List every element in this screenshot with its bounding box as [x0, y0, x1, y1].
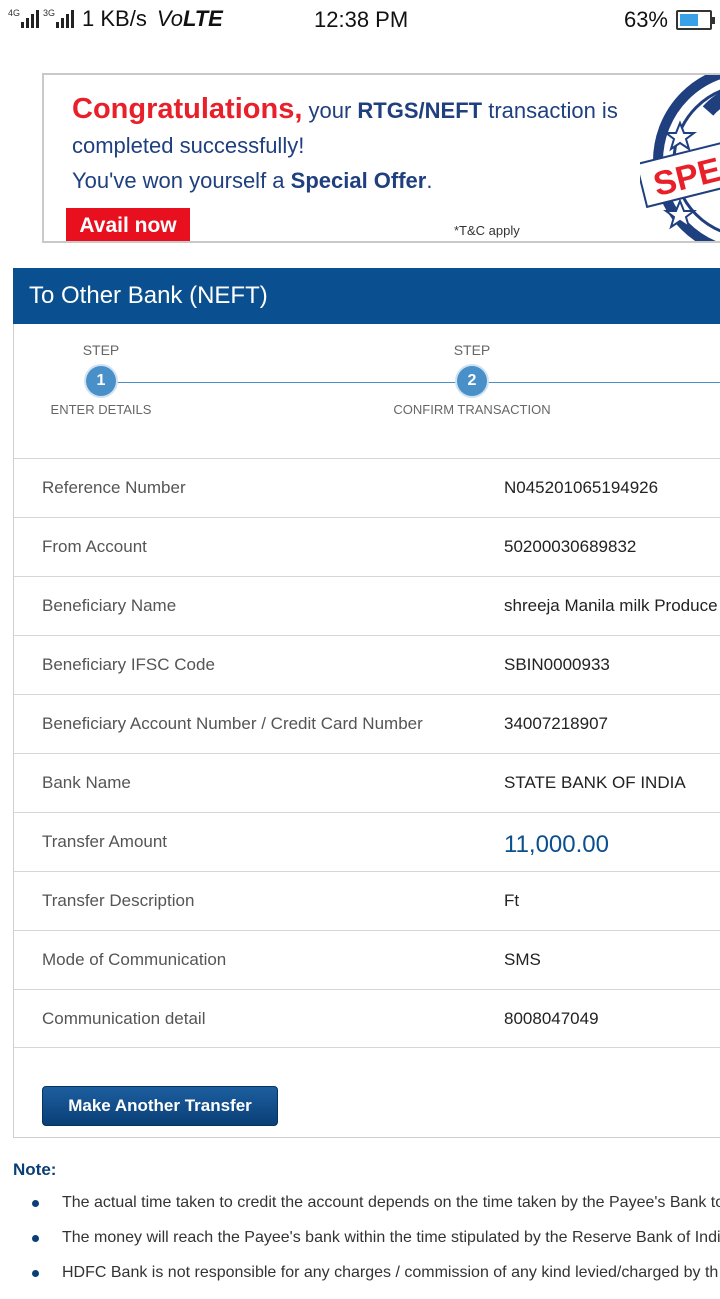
detail-label: Transfer Amount [42, 832, 168, 851]
step-2: STEP 2 CONFIRM TRANSACTION [382, 342, 562, 417]
detail-row-beneficiary-name: Beneficiary Name shreeja Manila milk Pro… [14, 576, 720, 635]
step-number: 2 [457, 366, 487, 396]
volte-indicator: VoLTE [156, 6, 223, 31]
promo-congrats: Congratulations, [72, 93, 303, 125]
step-caption: STEP [453, 342, 491, 358]
detail-value: 8008047049 [504, 1009, 599, 1028]
detail-row-from-account: From Account 50200030689832 [14, 517, 720, 576]
detail-label: Beneficiary Account Number / Credit Card… [42, 714, 423, 733]
detail-row-reference: Reference Number N045201065194926 [14, 458, 720, 517]
detail-value: N045201065194926 [504, 478, 659, 497]
detail-label: Mode of Communication [42, 950, 227, 969]
detail-label: Communication detail [42, 1009, 206, 1028]
network-status: 4G 3G 1 KB/s VoLTE [8, 6, 223, 32]
step-label: ENTER DETAILS [50, 402, 152, 417]
tnc-text: *T&C apply [454, 223, 520, 238]
status-bar: 4G 3G 1 KB/s VoLTE 12:38 PM 63% [0, 0, 720, 38]
detail-value: 34007218907 [504, 714, 609, 733]
note-text: The actual time taken to credit the acco… [62, 1194, 720, 1211]
promo-banner[interactable]: Congratulations, your RTGS/NEFT transact… [42, 73, 720, 243]
note-item: The money will reach the Payee's bank wi… [30, 1229, 720, 1264]
detail-row-amount: Transfer Amount 11,000.00 [14, 812, 720, 871]
step-caption: STEP [82, 342, 120, 358]
transfer-amount: 11,000.00 [504, 831, 609, 858]
signal-icon [21, 10, 40, 28]
detail-row-ifsc: Beneficiary IFSC Code SBIN0000933 [14, 635, 720, 694]
page-title: To Other Bank (NEFT) [13, 268, 720, 324]
signal-icon-2 [56, 10, 75, 28]
network-type-1: 4G [8, 8, 21, 18]
note-list: The actual time taken to credit the acco… [30, 1194, 720, 1299]
detail-row-mode: Mode of Communication SMS [14, 930, 720, 989]
detail-row-communication: Communication detail 8008047049 [14, 989, 720, 1048]
detail-value: shreeja Manila milk Produce [504, 596, 718, 615]
network-type-2: 3G [43, 8, 56, 18]
note-item: The actual time taken to credit the acco… [30, 1194, 720, 1229]
promo-line-3: You've won yourself a Special Offer. [72, 168, 433, 193]
note-text: The money will reach the Payee's bank wi… [62, 1229, 720, 1246]
bullet-icon [32, 1235, 39, 1242]
detail-label: Transfer Description [42, 891, 195, 910]
detail-value: Ft [504, 891, 520, 910]
detail-value: SBIN0000933 [504, 655, 610, 674]
data-speed: 1 KB/s [82, 6, 147, 31]
detail-label: Beneficiary IFSC Code [42, 655, 215, 674]
bullet-icon [32, 1200, 39, 1207]
promo-line-2: completed successfully! [72, 133, 305, 158]
special-offer-seal-icon: SPEC [640, 75, 720, 241]
step-label: CONFIRM TRANSACTION [393, 402, 551, 417]
battery-icon [676, 10, 715, 30]
detail-value: STATE BANK OF INDIA [504, 773, 686, 792]
avail-now-button[interactable]: Avail now [66, 208, 190, 241]
battery-percent: 63% [623, 7, 668, 32]
note-item: HDFC Bank is not responsible for any cha… [30, 1264, 720, 1299]
detail-value: SMS [504, 950, 541, 969]
detail-label: Reference Number [42, 478, 186, 497]
transaction-panel: STEP 1 ENTER DETAILS STEP 2 CONFIRM TRAN… [13, 324, 720, 1138]
battery-status: 63% [623, 7, 715, 33]
detail-label: From Account [42, 537, 147, 556]
transaction-details: Reference Number N045201065194926 From A… [14, 458, 720, 1048]
detail-value: 50200030689832 [504, 537, 637, 556]
detail-row-account-number: Beneficiary Account Number / Credit Card… [14, 694, 720, 753]
detail-row-bank-name: Bank Name STATE BANK OF INDIA [14, 753, 720, 812]
clock: 12:38 PM [314, 7, 409, 32]
note-title: Note: [13, 1160, 57, 1179]
note-text: HDFC Bank is not responsible for any cha… [62, 1264, 719, 1281]
detail-label: Beneficiary Name [42, 596, 177, 615]
detail-row-description: Transfer Description Ft [14, 871, 720, 930]
make-another-transfer-button[interactable]: Make Another Transfer [42, 1086, 278, 1126]
detail-label: Bank Name [42, 773, 131, 792]
step-1: STEP 1 ENTER DETAILS [11, 342, 191, 417]
bullet-icon [32, 1270, 39, 1277]
promo-headline: Congratulations, your RTGS/NEFT transact… [72, 93, 618, 125]
progress-stepper: STEP 1 ENTER DETAILS STEP 2 CONFIRM TRAN… [14, 324, 720, 458]
step-number: 1 [86, 366, 116, 396]
